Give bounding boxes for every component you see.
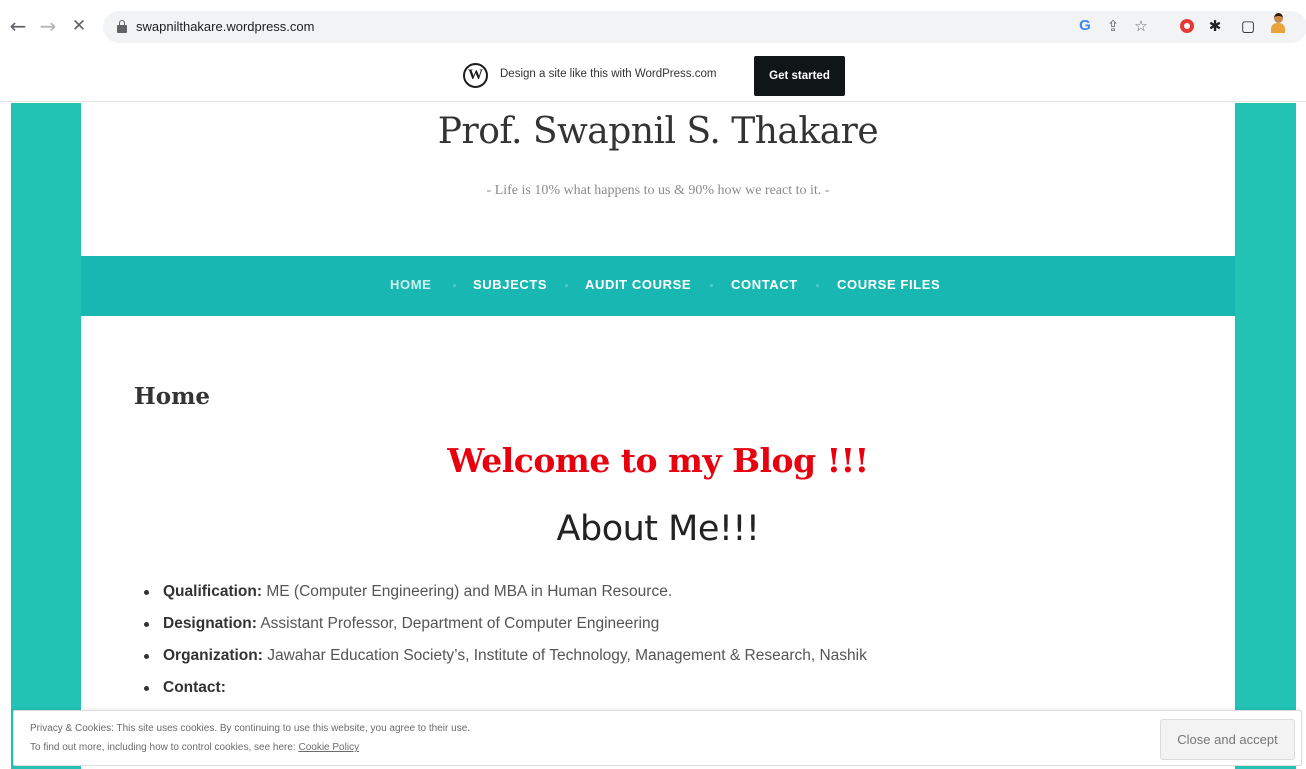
side-panel-icon[interactable]: ▢ (1238, 16, 1258, 36)
site-title[interactable]: Prof. Swapnil S. Thakare (81, 111, 1235, 152)
nav-item-subjects[interactable]: SUBJECTS (473, 277, 547, 292)
list-item: Designation: Assistant Professor, Depart… (141, 612, 867, 644)
site-tagline: - Life is 10% what happens to us & 90% h… (486, 183, 830, 198)
list-item: Qualification: ME (Computer Engineering)… (141, 580, 867, 612)
list-item: Contact: (141, 676, 867, 708)
wordpress-promo-banner: W Design a site like this with WordPress… (0, 52, 1306, 102)
nav-separator (710, 284, 713, 287)
nav-item-home[interactable]: HOME (390, 277, 431, 292)
qualification-label: Qualification: (163, 583, 263, 600)
browser-toolbar: ← → ✕ swapnilthakare.wordpress.com G ⇪ ☆… (0, 0, 1306, 52)
site-content: Prof. Swapnil S. Thakare - Life is 10% w… (81, 103, 1235, 769)
get-started-button[interactable]: Get started (754, 56, 845, 96)
bookmark-star-icon[interactable]: ☆ (1131, 16, 1151, 36)
forward-arrow-icon[interactable]: → (38, 14, 58, 38)
organization-label: Organization: (163, 647, 263, 664)
bullet-icon (144, 654, 149, 659)
list-item: Organization: Jawahar Education Society’… (141, 644, 867, 676)
designation-label: Designation: (163, 615, 257, 632)
cookie-consent-banner: Privacy & Cookies: This site uses cookie… (13, 710, 1302, 766)
page-title: Home (134, 383, 211, 410)
about-me-heading: About Me!!! (556, 509, 760, 549)
url-text[interactable]: swapnilthakare.wordpress.com (136, 19, 314, 34)
welcome-heading: Welcome to my Blog !!! (447, 441, 869, 480)
nav-separator (816, 284, 819, 287)
organization-value: Jawahar Education Society’s, Institute o… (262, 647, 867, 664)
share-icon[interactable]: ⇪ (1103, 16, 1123, 36)
contact-label: Contact: (163, 679, 226, 696)
designation-value: Assistant Professor, Department of Compu… (256, 615, 660, 632)
qualification-value: ME (Computer Engineering) and MBA in Hum… (262, 583, 673, 600)
lock-icon[interactable] (117, 20, 127, 33)
cookie-policy-link[interactable]: Cookie Policy (298, 742, 359, 753)
bullet-icon (144, 686, 149, 691)
cookie-notice-text: Privacy & Cookies: This site uses cookie… (30, 723, 471, 734)
nav-item-audit-course[interactable]: AUDIT COURSE (585, 277, 691, 292)
extensions-puzzle-icon[interactable]: ✱ (1205, 16, 1225, 36)
wordpress-logo-icon[interactable]: W (463, 63, 488, 88)
extension-record-icon[interactable] (1177, 16, 1197, 36)
profile-details-list: Qualification: ME (Computer Engineering)… (141, 580, 867, 708)
address-bar[interactable]: swapnilthakare.wordpress.com (103, 11, 1306, 43)
main-navigation: HOME SUBJECTS AUDIT COURSE CONTACT COURS… (81, 256, 1235, 316)
nav-separator (565, 284, 568, 287)
close-and-accept-button[interactable]: Close and accept (1160, 719, 1295, 760)
bullet-icon (144, 590, 149, 595)
bullet-icon (144, 622, 149, 627)
back-arrow-icon[interactable]: ← (8, 14, 28, 38)
nav-separator (453, 284, 456, 287)
cookie-more-info-label: To find out more, including how to contr… (30, 742, 299, 753)
nav-item-contact[interactable]: CONTACT (731, 277, 798, 292)
google-translate-icon[interactable]: G (1075, 16, 1095, 36)
nav-item-course-files[interactable]: COURSE FILES (837, 277, 940, 292)
cookie-more-info-text: To find out more, including how to contr… (30, 742, 359, 753)
profile-avatar[interactable] (1268, 13, 1288, 33)
stop-loading-icon[interactable]: ✕ (69, 14, 89, 38)
wordpress-promo-text[interactable]: Design a site like this with WordPress.c… (500, 68, 716, 80)
